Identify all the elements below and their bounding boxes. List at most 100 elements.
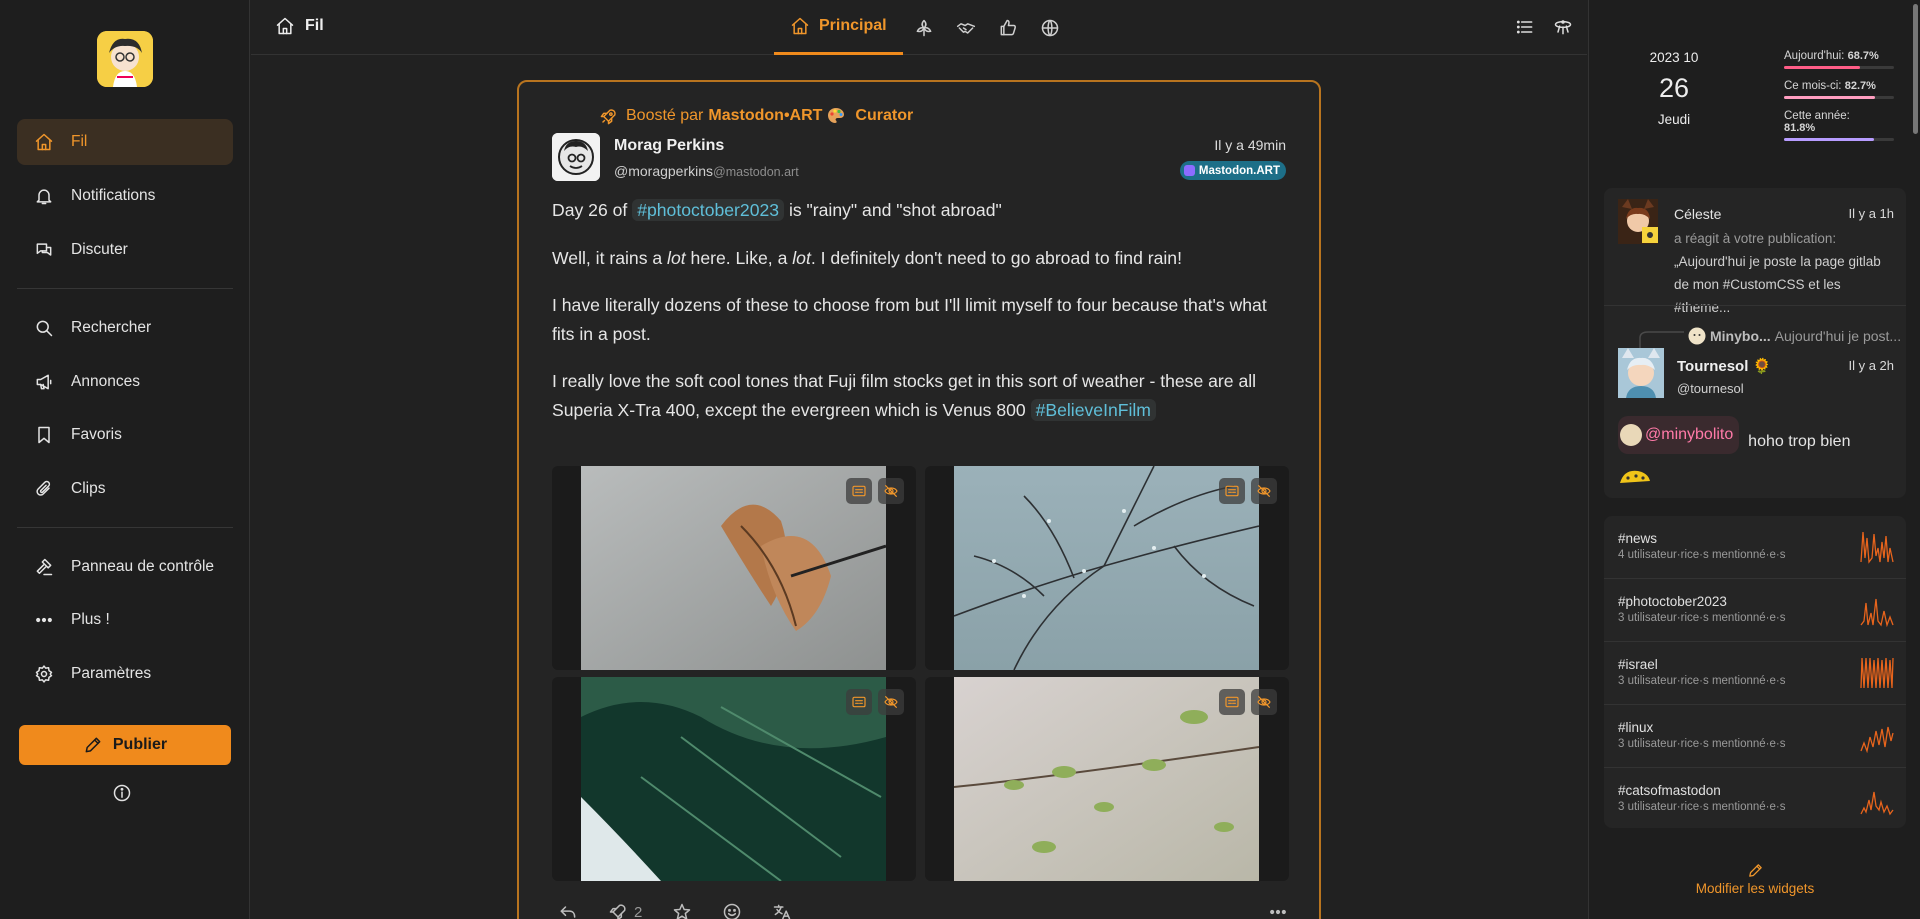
sidebar-item-fil[interactable]: Fil [17, 119, 233, 165]
trend-tag: #catsofmastodon [1618, 783, 1721, 798]
hide-media-button[interactable] [1251, 478, 1277, 504]
progress-label-text: Cette année: [1784, 110, 1850, 122]
post-text: Well, it rains a [552, 247, 668, 268]
user-avatar[interactable] [97, 31, 153, 87]
notification-user-name[interactable]: Céleste [1674, 206, 1721, 222]
author-name[interactable]: Morag Perkins [614, 137, 724, 155]
sidebar-item-favoris[interactable]: Favoris [17, 412, 233, 458]
notification-message: hoho trop bien [1748, 433, 1851, 450]
post-card[interactable]: Boosté par Mastodon•ART Curator Morag Pe… [517, 80, 1321, 919]
boost-prefix: Boosté par [626, 107, 704, 124]
trend-tag: #linux [1618, 720, 1654, 735]
translate-button[interactable] [772, 902, 792, 919]
edit-widgets-button[interactable]: Modifier les widgets [1589, 862, 1920, 896]
sidebar-item-parametres[interactable]: Paramètres [17, 651, 233, 697]
trend-tag: #news [1618, 531, 1658, 546]
tab-global[interactable] [1029, 0, 1071, 55]
notification-user-name[interactable]: Tournesol 🌻 [1677, 357, 1771, 375]
caption-icon [1225, 696, 1239, 708]
hashtag-link[interactable]: #BelieveInFilm [1030, 398, 1156, 421]
instance-badge[interactable]: Mastodon.ART [1179, 161, 1286, 180]
list-button[interactable] [1515, 17, 1535, 37]
media-controls [846, 689, 904, 715]
author-handle[interactable]: @moragperkins@mastodon.art [614, 163, 799, 179]
sidebar: Fil Notifications Discuter Rechercher An… [0, 0, 250, 919]
tab-recommended[interactable] [987, 0, 1029, 55]
sidebar-item-plus[interactable]: Plus ! [17, 597, 233, 643]
post-paragraph: I have literally dozens of these to choo… [552, 295, 1267, 344]
sidebar-item-rechercher[interactable]: Rechercher [17, 305, 233, 351]
favorite-button[interactable] [672, 902, 692, 919]
reply-button[interactable] [558, 902, 578, 919]
publish-button[interactable]: Publier [19, 725, 231, 765]
page-title-text: Fil [305, 17, 324, 34]
react-button[interactable] [722, 902, 742, 919]
info-button[interactable] [112, 783, 132, 803]
alt-text-button[interactable] [1219, 689, 1245, 715]
planet-icon [916, 19, 931, 36]
notification-time: Il y a 2h [1848, 358, 1894, 373]
booster-name[interactable]: Mastodon•ART [708, 107, 822, 125]
timeline-header: Fil Principal [251, 0, 1587, 55]
trend-subtitle: 4 utilisateur·rice·s mentionné·e·s [1618, 549, 1786, 561]
post-emphasis: lot [792, 247, 811, 268]
trends-widget: #news 4 utilisateur·rice·s mentionné·e·s… [1604, 516, 1906, 828]
hashtag-link[interactable]: #photoctober2023 [632, 199, 785, 221]
progress-label: Ce mois-ci: 82.7% [1784, 80, 1894, 92]
notification-avatar[interactable] [1618, 199, 1658, 244]
trend-item[interactable]: #photoctober2023 3 utilisateur·rice·s me… [1604, 579, 1906, 642]
alt-text-button[interactable] [846, 478, 872, 504]
notification-user-handle[interactable]: @tournesol [1677, 381, 1744, 396]
more-button[interactable] [1268, 902, 1288, 919]
sidebar-item-clips[interactable]: Clips [17, 466, 233, 512]
notification-reply-context[interactable]: Minybo... Aujourd'hui je post... [1688, 327, 1901, 345]
notification-avatar[interactable] [1618, 348, 1664, 398]
hide-media-button[interactable] [1251, 689, 1277, 715]
post-timestamp[interactable]: Il y a 49min [1214, 137, 1286, 153]
hide-media-button[interactable] [878, 478, 904, 504]
hide-media-button[interactable] [878, 689, 904, 715]
renote-button[interactable]: 2 [608, 902, 642, 919]
chat-icon [36, 243, 52, 256]
bell-icon [36, 189, 52, 205]
trend-item[interactable]: #israel 3 utilisateur·rice·s mentionné·e… [1604, 642, 1906, 705]
trend-subtitle: 3 utilisateur·rice·s mentionné·e·s [1618, 738, 1786, 750]
trend-tag: #photoctober2023 [1618, 594, 1727, 609]
sidebar-divider [17, 288, 233, 289]
reply-to-text: Aujourd'hui je post... [1774, 328, 1902, 344]
caption-icon [1225, 485, 1239, 497]
caption-icon [852, 696, 866, 708]
header-actions [1515, 17, 1573, 37]
media-image-4[interactable] [925, 677, 1289, 881]
scrollbar[interactable] [1913, 4, 1918, 134]
sidebar-item-label: Discuter [71, 241, 128, 258]
tab-label: Principal [819, 17, 887, 34]
mention-link[interactable]: @minybolito [1618, 416, 1740, 454]
notification-body: @minybolito hoho trop bien [1618, 416, 1898, 493]
trend-item[interactable]: #catsofmastodon 3 utilisateur·rice·s men… [1604, 768, 1906, 831]
tab-social[interactable] [945, 0, 987, 55]
author-avatar[interactable] [552, 133, 600, 181]
timeline-tabs: Principal [774, 0, 1071, 55]
media-image-3[interactable] [552, 677, 916, 881]
sidebar-item-panneau[interactable]: Panneau de contrôle [17, 544, 233, 590]
sidebar-item-notifications[interactable]: Notifications [17, 173, 233, 219]
reply-icon [560, 906, 576, 918]
alt-text-button[interactable] [846, 689, 872, 715]
globe-icon [1041, 19, 1058, 36]
sidebar-item-annonces[interactable]: Annonces [17, 359, 233, 405]
trend-item[interactable]: #news 4 utilisateur·rice·s mentionné·e·s [1604, 516, 1906, 579]
alt-text-button[interactable] [1219, 478, 1245, 504]
widgets-panel: 2023 10 26 Jeudi Aujourd'hui: 68.7% Ce m… [1588, 0, 1920, 919]
tab-local[interactable] [903, 0, 945, 55]
post-text: Day 26 of [552, 200, 628, 220]
media-image-1[interactable] [552, 466, 916, 670]
antenna-button[interactable] [1553, 17, 1573, 37]
trend-item[interactable]: #linux 3 utilisateur·rice·s mentionné·e·… [1604, 705, 1906, 768]
media-image-2[interactable] [925, 466, 1289, 670]
tab-principal[interactable]: Principal [774, 0, 903, 55]
bookmark-icon [38, 426, 50, 444]
notifications-widget: Céleste Il y a 1h a réagit à votre publi… [1604, 188, 1906, 498]
sidebar-item-discuter[interactable]: Discuter [17, 227, 233, 273]
translate-icon [774, 904, 791, 919]
